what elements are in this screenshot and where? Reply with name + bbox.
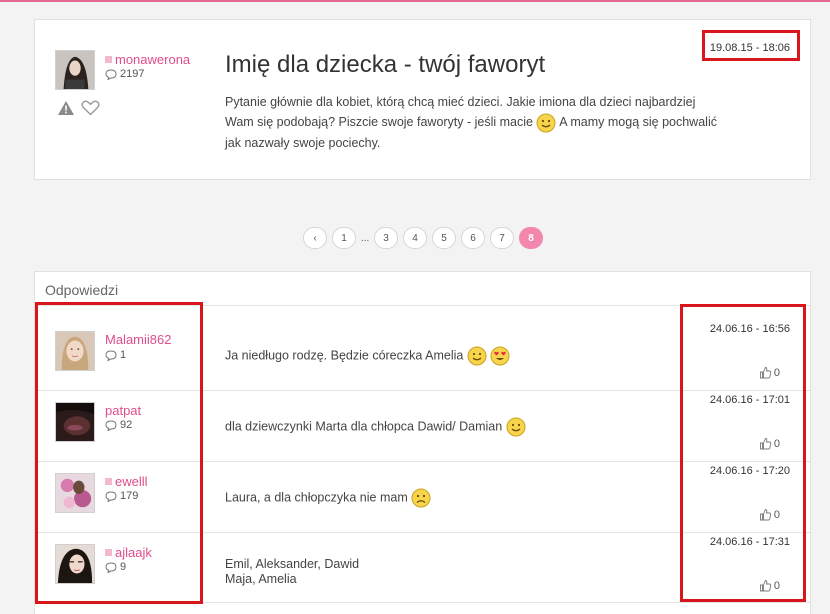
- reply-text-content: dla dziewczynki Marta dla chłopca Dawid/…: [225, 419, 503, 434]
- post-comment-count: 2197: [105, 68, 144, 80]
- like-count: 0: [773, 437, 780, 450]
- like-count: 0: [773, 579, 780, 592]
- online-indicator: [105, 478, 112, 485]
- avatar-image: [56, 403, 94, 441]
- avatar[interactable]: [55, 331, 95, 371]
- comment-icon: [105, 561, 117, 573]
- online-indicator: [105, 549, 112, 556]
- reply-text-line: Maja, Amelia: [225, 572, 297, 586]
- avatar[interactable]: [55, 473, 95, 513]
- like-button[interactable]: 0: [759, 366, 780, 379]
- pagination-prev[interactable]: ‹: [303, 227, 327, 249]
- reply-item: Malamii862 1 Ja niedługo rodzę. Będzie c…: [35, 305, 810, 379]
- avatar-image: [56, 51, 94, 89]
- like-button[interactable]: 0: [759, 579, 780, 592]
- reply-username[interactable]: ewelll: [105, 474, 148, 489]
- comment-icon: [105, 419, 117, 431]
- reply-date: 24.06.16 - 17:20: [709, 465, 790, 477]
- reply-text: Emil, Aleksander, Dawid Maja, Amelia: [225, 557, 359, 587]
- page-3[interactable]: 3: [374, 227, 398, 249]
- avatar-image: [56, 474, 94, 512]
- comment-count-value: 1: [120, 349, 127, 361]
- reply-text-line: Emil, Aleksander, Dawid: [225, 557, 360, 571]
- reply-item: ewelll 179 Laura, a dla chłopczyka nie m…: [35, 461, 810, 532]
- avatar-image: [56, 545, 94, 583]
- warning-icon[interactable]: [57, 100, 75, 116]
- avatar[interactable]: [55, 544, 95, 584]
- replies-heading: Odpowiedzi: [45, 282, 119, 298]
- comment-icon: [105, 68, 117, 80]
- smile-emoji-icon: [506, 417, 526, 437]
- heart-icon[interactable]: [81, 100, 100, 116]
- replies-card: Odpowiedzi Malamii862 1 Ja niedługo rodz…: [34, 271, 811, 614]
- post-date: 19.08.15 - 18:06: [709, 42, 790, 54]
- avatar-image: [56, 332, 94, 370]
- reply-date: 24.06.16 - 16:56: [709, 323, 790, 335]
- reply-username-label: ewelll: [115, 474, 148, 489]
- comment-icon: [105, 349, 117, 361]
- reply-comment-count: 92: [105, 419, 132, 431]
- reply-date: 24.06.16 - 17:31: [709, 536, 790, 548]
- thumbs-up-icon: [759, 438, 772, 450]
- reply-username-label: patpat: [105, 403, 142, 418]
- heart-eyes-emoji-icon: [490, 346, 510, 366]
- comment-icon: [105, 490, 117, 502]
- reply-username[interactable]: Malamii862: [105, 332, 171, 347]
- post-actions: [57, 100, 100, 116]
- comment-count-value: 2197: [120, 68, 145, 80]
- like-button[interactable]: 0: [759, 508, 780, 521]
- reply-text-content: Laura, a dla chłopczyka nie mam: [225, 490, 408, 505]
- thumbs-up-icon: [759, 509, 772, 521]
- thumbs-up-icon: [759, 367, 772, 379]
- smile-emoji-icon: [467, 346, 487, 366]
- post-username-label: monawerona: [115, 52, 191, 67]
- page-1[interactable]: 1: [332, 227, 356, 249]
- comment-count-value: 92: [120, 419, 133, 431]
- reply-date: 24.06.16 - 17:01: [709, 394, 790, 406]
- pagination: ‹ 1 ... 3 4 5 6 7 8: [303, 227, 543, 249]
- reply-text: Laura, a dla chłopczyka nie mam: [225, 488, 431, 508]
- page-6[interactable]: 6: [461, 227, 485, 249]
- page-7[interactable]: 7: [490, 227, 514, 249]
- thumbs-up-icon: [759, 580, 772, 592]
- online-indicator: [105, 56, 112, 63]
- avatar[interactable]: [55, 50, 95, 90]
- reply-text: dla dziewczynki Marta dla chłopca Dawid/…: [225, 417, 526, 437]
- page-ellipsis: ...: [361, 232, 370, 244]
- like-count: 0: [773, 366, 780, 379]
- avatar[interactable]: [55, 402, 95, 442]
- like-button[interactable]: 0: [759, 437, 780, 450]
- reply-comment-count: 1: [105, 349, 126, 361]
- reply-item: patpat 92 dla dziewczynki Marta dla chło…: [35, 390, 810, 461]
- page-5[interactable]: 5: [432, 227, 456, 249]
- sad-emoji-icon: [411, 488, 431, 508]
- reply-username[interactable]: patpat: [105, 403, 141, 418]
- post-title: Imię dla dziecka - twój faworyt: [225, 51, 546, 78]
- page-8-active[interactable]: 8: [519, 227, 543, 249]
- reply-comment-count: 179: [105, 490, 138, 502]
- comment-count-value: 9: [120, 561, 127, 573]
- like-count: 0: [773, 508, 780, 521]
- reply-username[interactable]: ajlaajk: [105, 545, 152, 560]
- top-accent-line: [0, 0, 830, 2]
- reply-text-content: Ja niedługo rodzę. Będzie córeczka Ameli…: [225, 348, 464, 363]
- reply-username-label: ajlaajk: [115, 545, 152, 560]
- smile-emoji-icon: [536, 113, 556, 133]
- comment-count-value: 179: [120, 490, 139, 502]
- reply-username-label: Malamii862: [105, 332, 172, 347]
- post-username[interactable]: monawerona: [105, 52, 190, 67]
- page-4[interactable]: 4: [403, 227, 427, 249]
- reply-text: Ja niedługo rodzę. Będzie córeczka Ameli…: [225, 346, 510, 366]
- reply-comment-count: 9: [105, 561, 126, 573]
- post-card: monawerona 2197 Imię dla dziecka - twój …: [34, 19, 811, 180]
- post-body: Pytanie głównie dla kobiet, którą chcą m…: [225, 92, 725, 153]
- reply-item: ajlaajk 9 Emil, Aleksander, Dawid Maja, …: [35, 532, 810, 603]
